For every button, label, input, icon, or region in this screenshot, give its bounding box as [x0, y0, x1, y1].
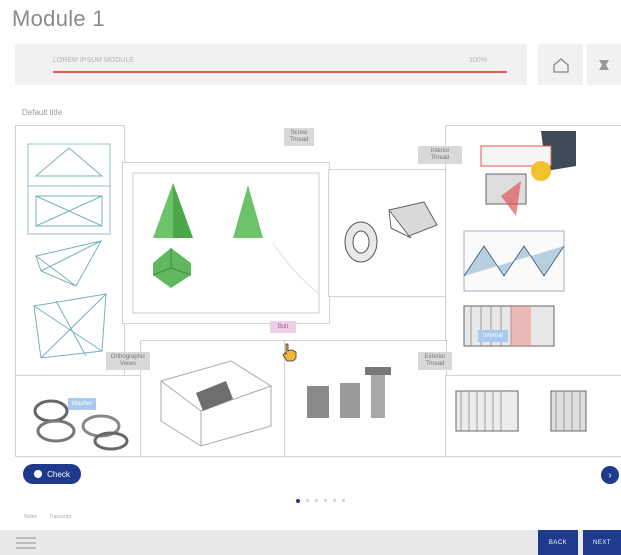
bracket-illustration	[159, 360, 273, 447]
notes-link[interactable]: Notes	[24, 514, 37, 520]
progress-fill	[53, 71, 507, 73]
hand-pointer-icon	[282, 343, 297, 362]
orthographic-drawing-panel	[15, 125, 125, 377]
thread-profile-panel	[445, 125, 621, 377]
cone-views	[132, 172, 320, 314]
check-button[interactable]: Check	[23, 464, 81, 484]
hotspot-internal[interactable]: Internal	[478, 330, 508, 342]
nut-illustration	[344, 201, 438, 263]
module-title: Module 1	[12, 6, 105, 31]
expand-icon	[599, 59, 609, 70]
hotspot-bolt[interactable]: Bolt	[270, 321, 296, 333]
transcript-link[interactable]: Transcript	[49, 514, 71, 520]
hotspot-washers[interactable]: Washer	[68, 398, 96, 410]
progress-panel: LOREM IPSUM MODULE 100%	[15, 44, 527, 85]
chevron-right-icon: ›	[608, 469, 612, 481]
menu-button[interactable]	[587, 44, 621, 85]
hamburger-menu-icon[interactable]	[16, 537, 36, 549]
progress-track	[53, 71, 507, 73]
hotspot-screw-thread[interactable]: Screw Thread	[284, 128, 314, 146]
check-icon	[34, 470, 43, 478]
home-button[interactable]	[538, 44, 583, 85]
footer-links: Notes Transcript	[24, 514, 71, 520]
home-icon	[552, 57, 569, 73]
orthographic-drawing	[27, 143, 111, 359]
washers-panel	[15, 375, 142, 457]
pagination-dot[interactable]	[306, 499, 309, 502]
back-button[interactable]: BACK	[538, 530, 578, 555]
pagination-dot[interactable]	[296, 499, 300, 503]
screw-dimensions	[455, 390, 587, 432]
hotspot-interior-thread[interactable]: Interior Thread	[418, 146, 462, 164]
pagination-dot[interactable]	[333, 499, 336, 502]
check-label: Check	[47, 469, 70, 479]
thread-diagrams	[463, 131, 576, 347]
pagination-dot[interactable]	[342, 499, 345, 502]
nut-panel	[328, 169, 448, 297]
pagination-dot[interactable]	[324, 499, 327, 502]
section-label: Default title	[22, 108, 63, 117]
hotspot-exterior-thread[interactable]: Exterior Thread	[418, 352, 452, 370]
screw-dimensions-panel	[445, 375, 621, 457]
next-arrow-button[interactable]: ›	[601, 466, 619, 484]
next-button[interactable]: NEXT	[583, 530, 621, 555]
progress-percent: 100%	[469, 57, 487, 64]
pagination-dot[interactable]	[315, 499, 318, 502]
progress-label: LOREM IPSUM MODULE	[53, 57, 134, 64]
cone-views-panel	[122, 162, 330, 324]
hotspot-orthographic[interactable]: Orthographic Views	[106, 352, 150, 370]
bracket-panel	[140, 340, 286, 457]
pagination-dots	[296, 499, 345, 503]
washers-illustration	[33, 399, 129, 451]
bottom-bar: BACK NEXT	[0, 530, 621, 555]
